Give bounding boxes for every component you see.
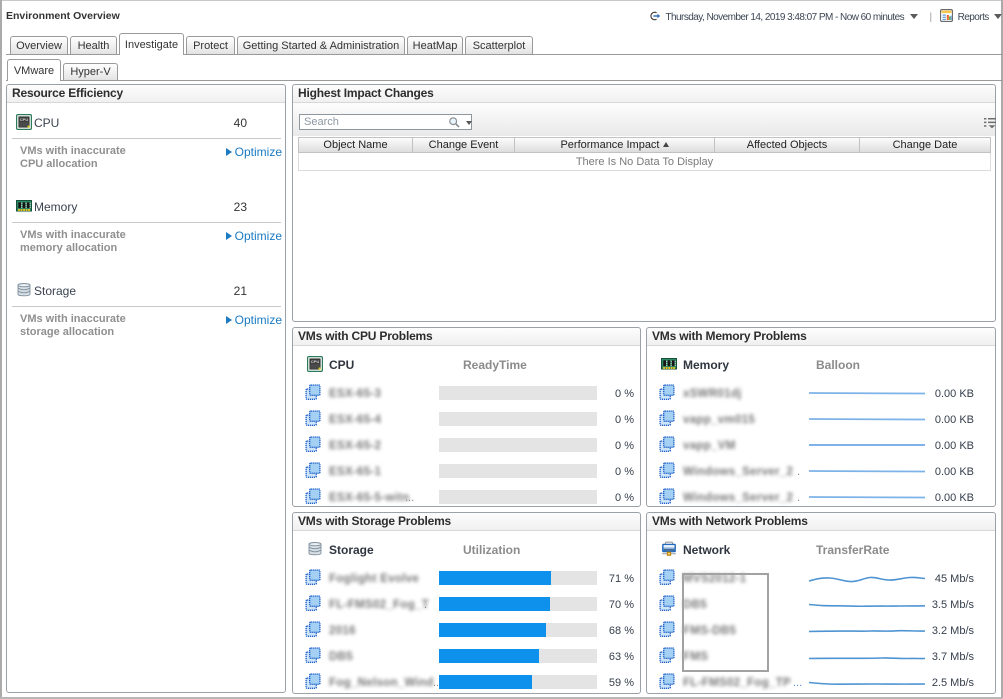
svg-text:CPU: CPU [20,117,29,122]
svg-text:CPU: CPU [311,359,320,364]
